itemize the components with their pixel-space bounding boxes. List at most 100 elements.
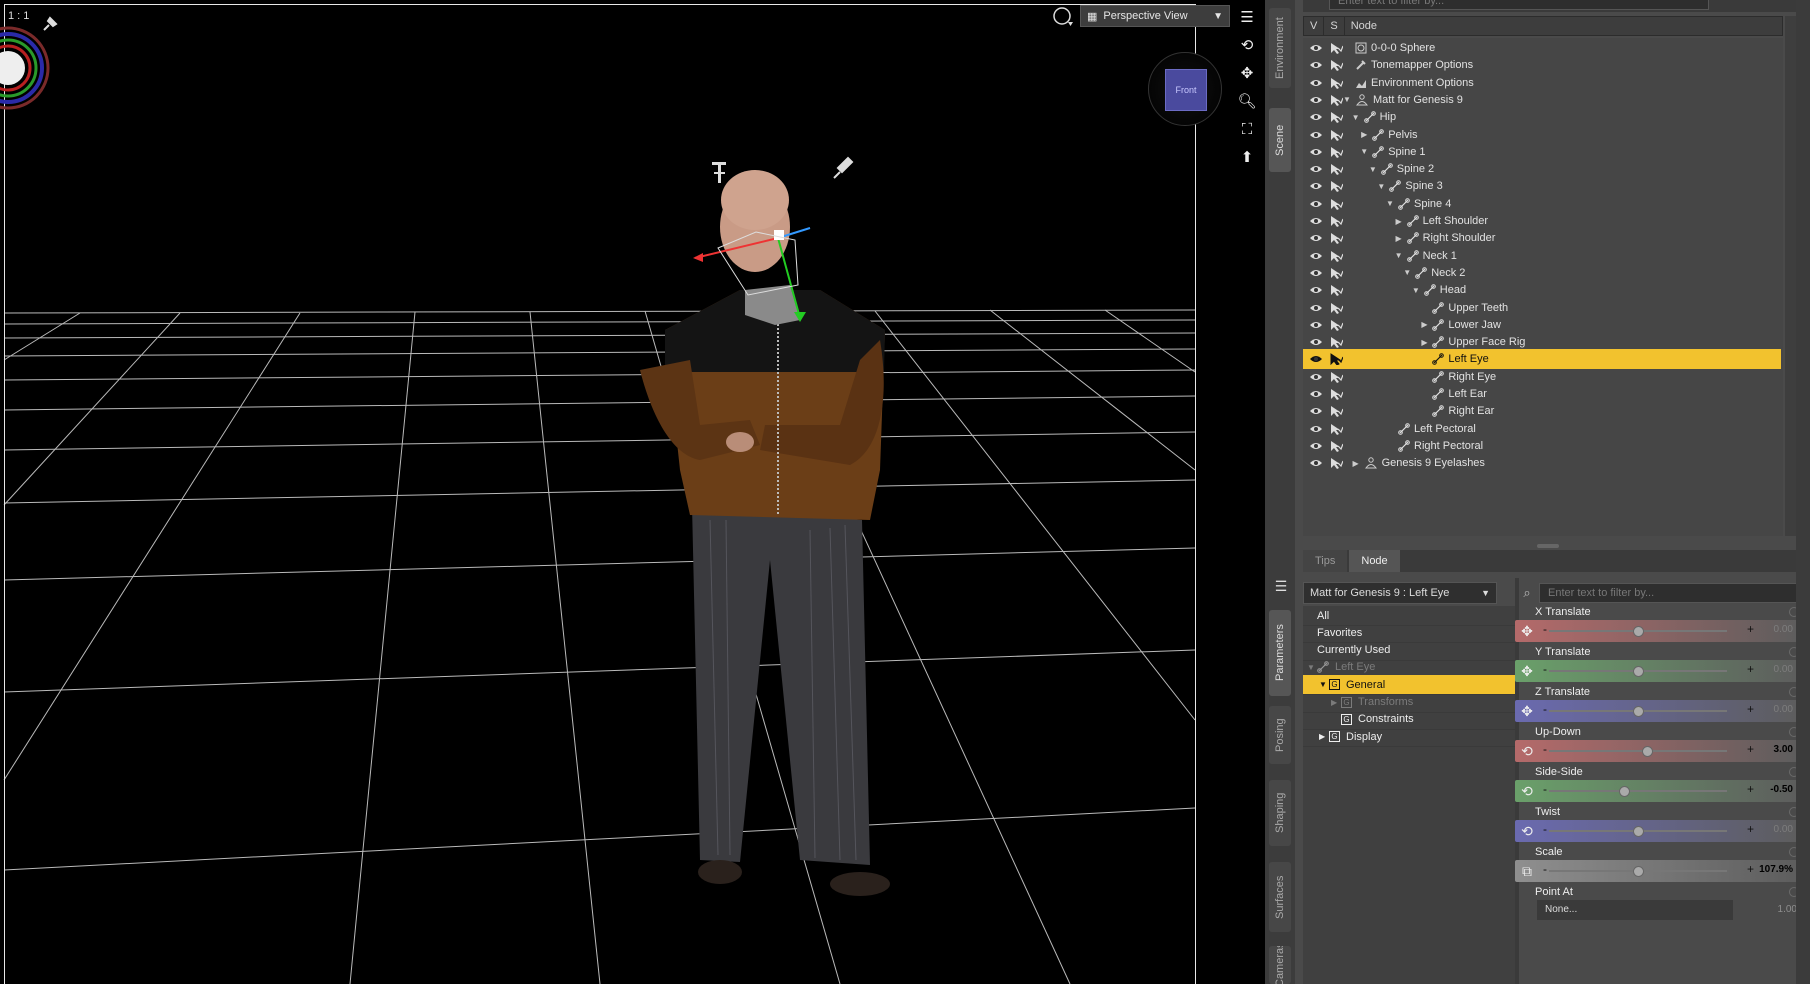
pin-icon[interactable] (40, 14, 60, 34)
decrement-button[interactable]: - (1543, 782, 1547, 796)
visibility-eye-icon[interactable] (1309, 130, 1323, 140)
slider-knob[interactable] (1633, 706, 1644, 717)
increment-button[interactable]: + (1747, 782, 1754, 796)
param-slider[interactable]: ⟲ - + -0.50 (1515, 780, 1799, 802)
decrement-button[interactable]: - (1543, 862, 1547, 876)
param-value[interactable]: 0.00 (1774, 824, 1793, 835)
selectable-cursor-icon[interactable] (1329, 59, 1344, 72)
selectable-cursor-icon[interactable] (1329, 336, 1344, 349)
selectable-cursor-icon[interactable] (1329, 388, 1344, 400)
expand-arrow-icon[interactable]: ▶ (1395, 217, 1403, 226)
param-value[interactable]: 0.00 (1774, 704, 1793, 715)
visibility-eye-icon[interactable] (1309, 95, 1323, 105)
param-slider[interactable]: ⟲ - +0.00 (1515, 820, 1799, 842)
home-icon[interactable]: ⬆ (1236, 146, 1258, 168)
node-selector-dropdown[interactable]: Matt for Genesis 9 : Left Eye ▼ (1303, 582, 1497, 604)
zoom-icon[interactable]: 🔍︎ (1236, 90, 1258, 112)
collapse-arrow-icon[interactable]: ▼ (1307, 663, 1317, 672)
selectable-cursor-icon[interactable] (1329, 319, 1344, 331)
expand-arrow-icon[interactable]: ▶ (1420, 320, 1428, 329)
selectable-cursor-icon[interactable] (1329, 198, 1344, 210)
nav-cube-face-label[interactable]: Front (1165, 69, 1207, 111)
selectable-cursor-icon[interactable] (1329, 215, 1344, 227)
selectable-cursor-icon[interactable] (1329, 129, 1344, 141)
pane-splitter-handle[interactable] (1537, 544, 1559, 548)
visibility-eye-icon[interactable] (1309, 458, 1323, 468)
collapse-arrow-icon[interactable]: ▼ (1403, 268, 1411, 277)
scene-filter-input[interactable]: Enter text to filter by... (1329, 0, 1709, 10)
collapse-arrow-icon[interactable]: ▼ (1319, 680, 1329, 689)
visibility-eye-icon[interactable] (1309, 441, 1323, 451)
selectable-column-header[interactable]: S (1324, 17, 1345, 35)
property-group-display[interactable]: ▶ G Display (1303, 727, 1517, 748)
visibility-eye-icon[interactable] (1309, 251, 1323, 261)
param-value[interactable]: 3.00 (1774, 744, 1793, 755)
panel-scrollbar[interactable] (1796, 0, 1810, 984)
increment-button[interactable]: + (1747, 702, 1754, 716)
3d-viewport[interactable]: 1 : 1 ▦ Perspective View ▼ Front ☰ ⟲ ✥ 🔍… (0, 0, 1265, 984)
decrement-button[interactable]: - (1543, 742, 1547, 756)
selectable-cursor-icon[interactable] (1329, 405, 1344, 418)
tab-scene[interactable]: Scene (1269, 108, 1291, 172)
decrement-button[interactable]: - (1543, 662, 1547, 676)
selectable-cursor-icon[interactable] (1329, 302, 1344, 314)
slider-knob[interactable] (1618, 786, 1630, 797)
visibility-eye-icon[interactable] (1309, 285, 1323, 295)
tab-node[interactable]: Node (1349, 550, 1400, 572)
visibility-eye-icon[interactable] (1309, 147, 1323, 157)
expand-arrow-icon[interactable]: ▶ (1395, 234, 1403, 243)
menu-icon[interactable]: ☰ (1236, 6, 1258, 28)
selectable-cursor-icon[interactable] (1329, 267, 1344, 279)
point-at-select-button[interactable]: None... (1537, 900, 1733, 920)
node-column-header[interactable]: Node (1345, 17, 1383, 35)
visibility-eye-icon[interactable] (1309, 43, 1323, 53)
visibility-eye-icon[interactable] (1309, 354, 1323, 364)
selectable-cursor-icon[interactable] (1329, 77, 1344, 89)
selectable-cursor-icon[interactable] (1329, 232, 1344, 245)
orbit-icon[interactable]: ⟲ (1236, 34, 1258, 56)
increment-button[interactable]: + (1747, 622, 1754, 636)
shading-icon[interactable] (1052, 6, 1074, 28)
tab-parameters[interactable]: Parameters (1269, 610, 1291, 696)
selectable-cursor-icon[interactable] (1329, 111, 1344, 124)
collapse-arrow-icon[interactable]: ▼ (1369, 165, 1377, 174)
param-slider[interactable]: ⧉ - +107.9% (1515, 860, 1799, 882)
visibility-eye-icon[interactable] (1309, 389, 1323, 399)
visibility-eye-icon[interactable] (1309, 233, 1323, 243)
visibility-eye-icon[interactable] (1309, 60, 1323, 70)
selectable-cursor-icon[interactable] (1329, 42, 1344, 54)
selectable-cursor-icon[interactable] (1329, 94, 1344, 106)
param-slider[interactable]: ✥ - +0.00 (1515, 660, 1799, 682)
visibility-eye-icon[interactable] (1309, 337, 1323, 347)
visibility-eye-icon[interactable] (1309, 303, 1323, 313)
visibility-eye-icon[interactable] (1309, 112, 1323, 122)
slider-track[interactable] (1549, 750, 1727, 752)
decrement-button[interactable]: - (1543, 622, 1547, 636)
selectable-cursor-icon[interactable] (1329, 180, 1344, 193)
param-value[interactable]: 0.00 (1774, 664, 1793, 675)
param-value[interactable]: 0.00 (1774, 624, 1793, 635)
frame-icon[interactable]: ⛶ (1236, 118, 1258, 140)
visibility-eye-icon[interactable] (1309, 216, 1323, 226)
selectable-cursor-icon[interactable] (1329, 146, 1344, 158)
visibility-eye-icon[interactable] (1309, 164, 1323, 174)
visibility-column-header[interactable]: V (1304, 17, 1325, 35)
navigation-cube[interactable]: Front (1148, 52, 1222, 126)
expand-arrow-icon[interactable]: ▶ (1420, 338, 1428, 347)
tab-environment[interactable]: Environment (1269, 8, 1291, 88)
pane-menu-icon[interactable]: ☰ (1269, 578, 1293, 598)
collapse-arrow-icon[interactable]: ▼ (1395, 251, 1403, 260)
parameter-filter-input[interactable]: Enter text to filter by... (1539, 583, 1805, 603)
visibility-eye-icon[interactable] (1309, 372, 1323, 382)
expand-arrow-icon[interactable]: ▶ (1360, 130, 1368, 139)
slider-knob[interactable] (1633, 666, 1644, 677)
selectable-cursor-icon[interactable] (1329, 163, 1344, 176)
view-dropdown[interactable]: ▦ Perspective View ▼ (1080, 5, 1230, 27)
collapse-arrow-icon[interactable]: ▼ (1352, 113, 1360, 122)
param-value[interactable]: -0.50 (1770, 784, 1793, 795)
slider-knob[interactable] (1641, 746, 1653, 757)
selectable-cursor-icon[interactable] (1329, 250, 1344, 262)
increment-button[interactable]: + (1747, 662, 1754, 676)
tab-shaping[interactable]: Shaping (1269, 780, 1291, 846)
increment-button[interactable]: + (1747, 822, 1754, 836)
